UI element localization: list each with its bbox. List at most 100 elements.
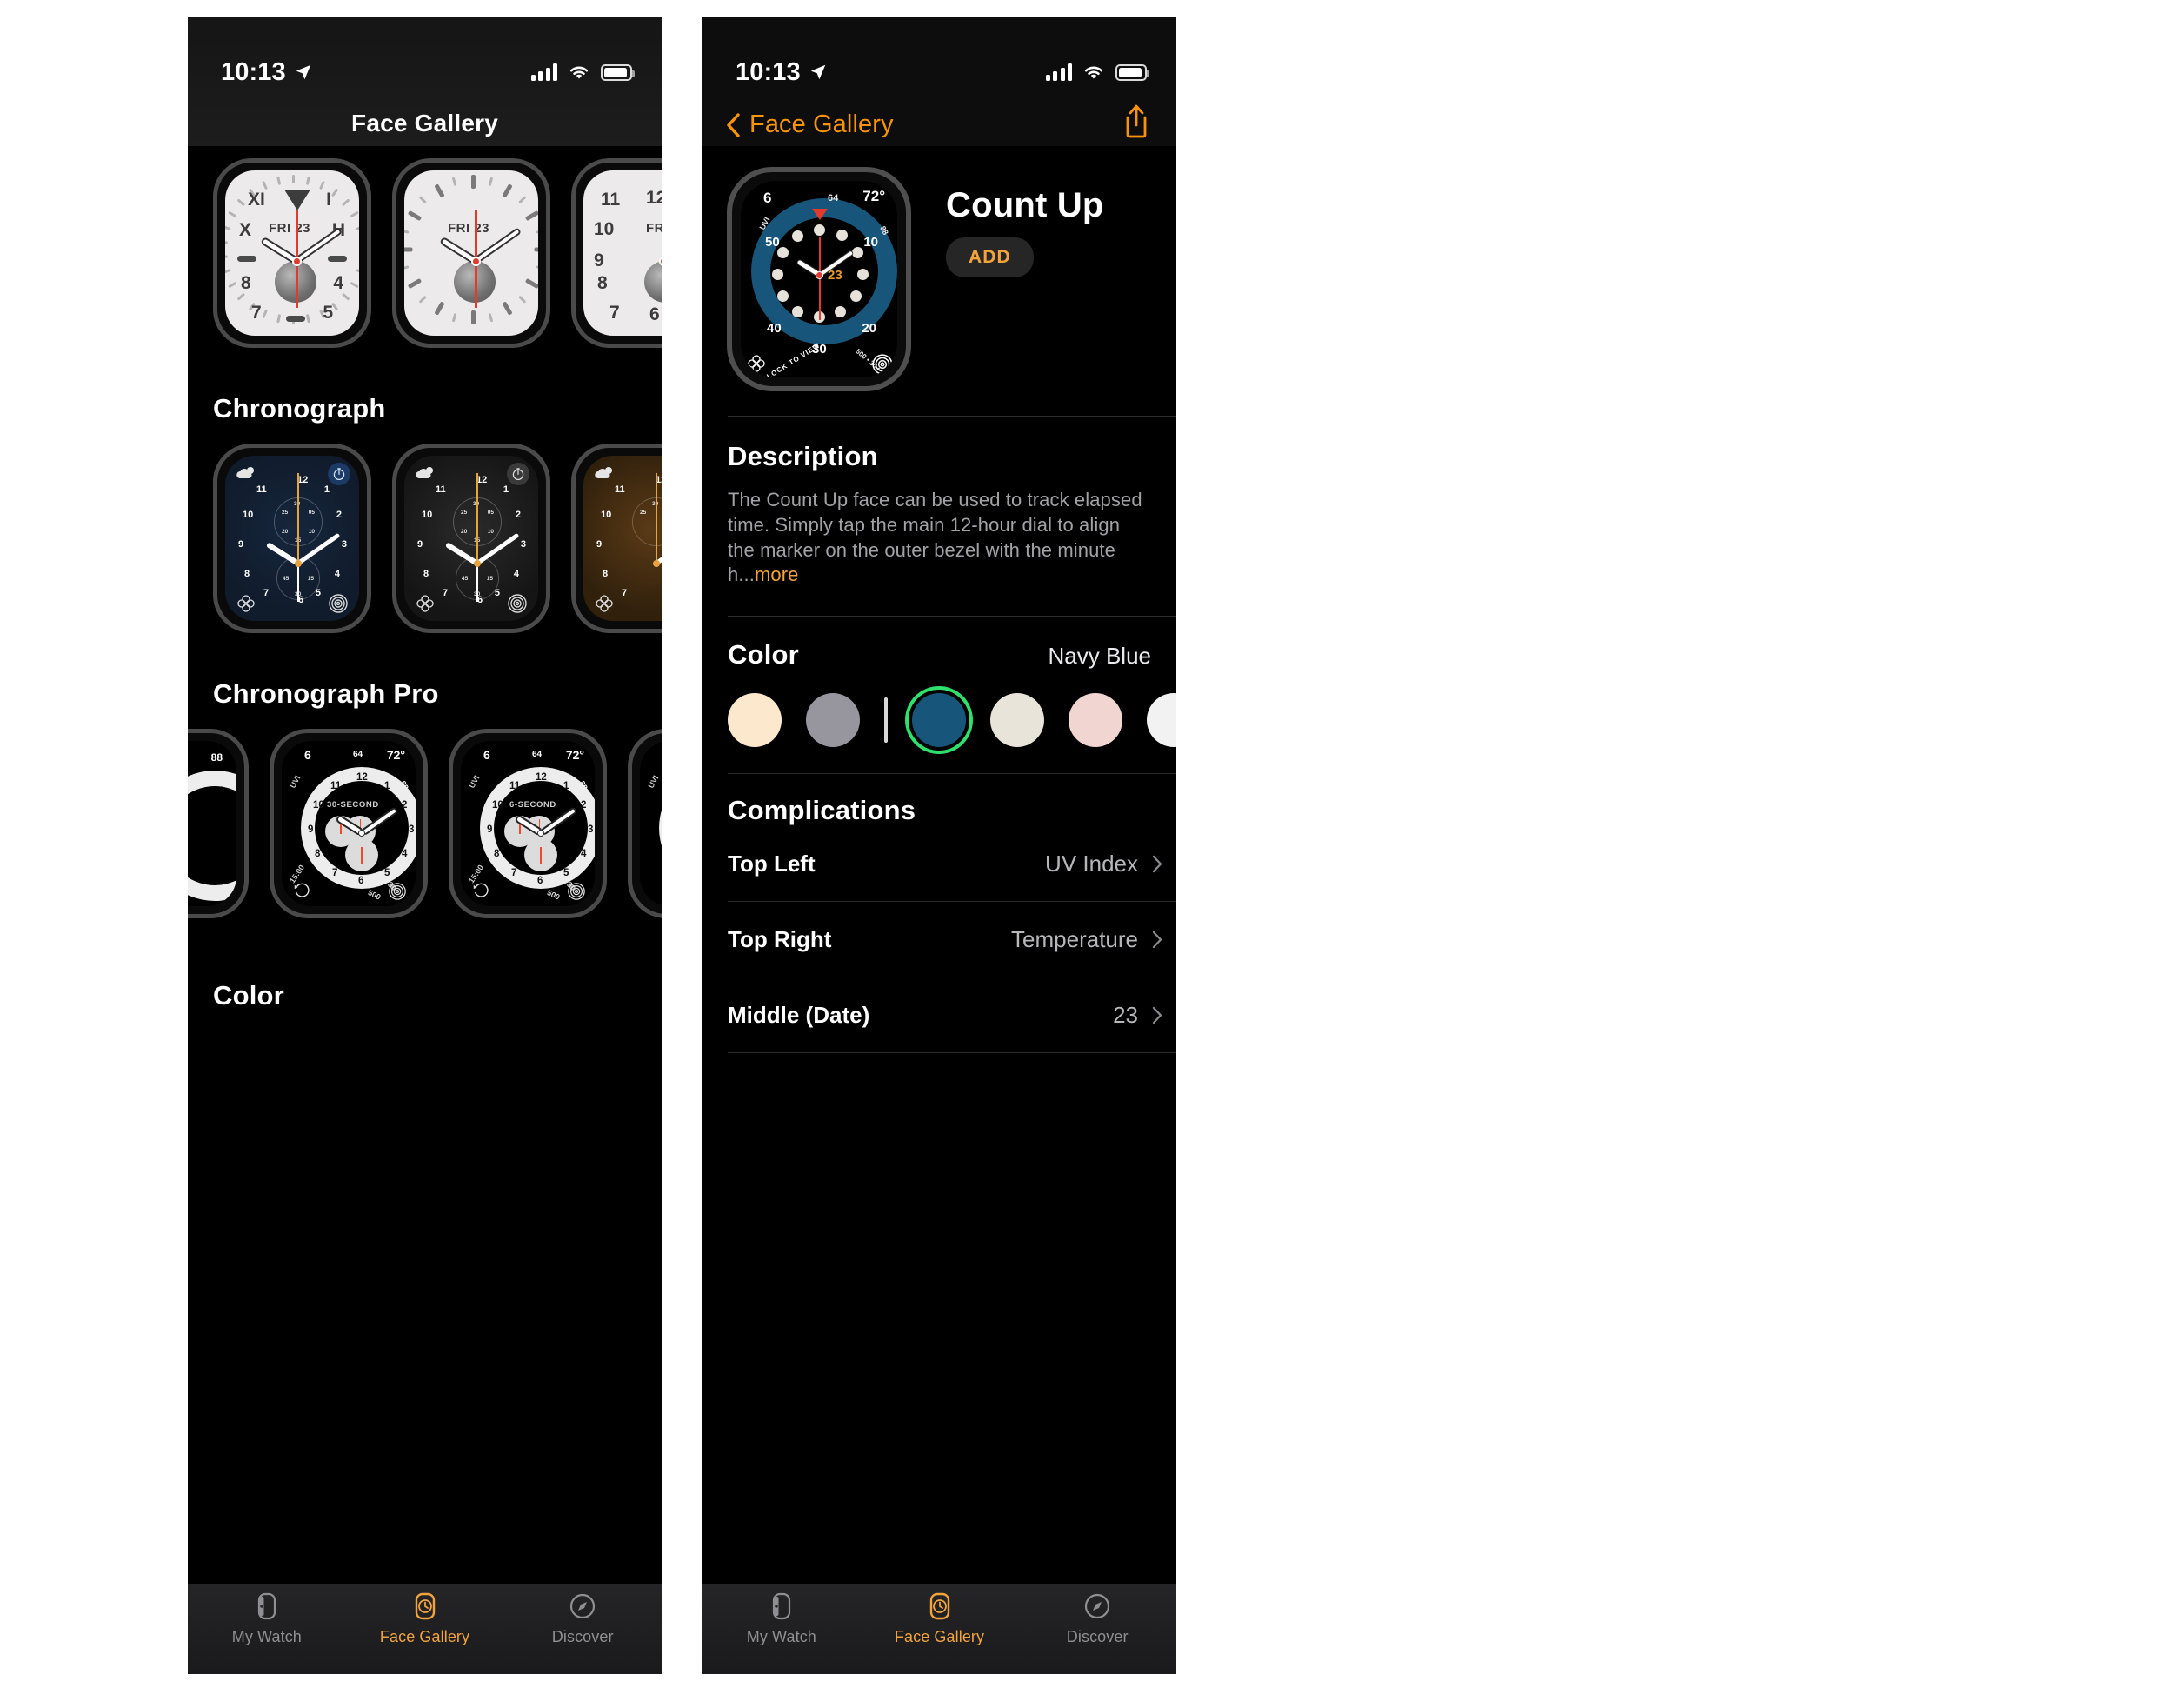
complication-value-group: UV Index: [1045, 851, 1162, 877]
numeral-3: 3: [588, 824, 594, 835]
description-body: The Count Up face can be used to track e…: [728, 488, 1151, 588]
bezel-10: 10: [863, 235, 878, 250]
numeral-5: 5: [323, 303, 333, 323]
back-button[interactable]: Face Gallery: [725, 110, 894, 139]
bezel-uv-value: 6: [483, 748, 490, 762]
hand-pivot: [471, 257, 481, 266]
numeral-4: 4: [581, 849, 587, 859]
tab-discover[interactable]: Discover: [1018, 1589, 1176, 1646]
hour-dot-7: [792, 306, 803, 317]
numeral-2: 2: [515, 510, 521, 520]
watch-face-chronograph-brown[interactable]: 12 1 11 10 9 8 7 30 25 05: [571, 444, 662, 633]
numeral-1: 1: [384, 781, 390, 791]
compass-icon: [570, 1593, 596, 1619]
count-up-preview[interactable]: 6 UVI 64 72° 88 50 40 30 20 10 UNLOCK TO…: [727, 167, 911, 391]
breathe-flower-icon: [416, 595, 434, 612]
status-bar-right-group: [530, 63, 635, 81]
color-swatch-pink[interactable]: [1069, 693, 1122, 748]
chronograph-pro-dial: 6 UVI 10 9: [640, 741, 662, 906]
subdial-20: 20: [461, 529, 468, 535]
hand-pivot: [292, 257, 302, 266]
color-swatch-white[interactable]: [1147, 693, 1176, 748]
color-swatch-row[interactable]: [702, 686, 1176, 755]
watch-face-chronograph-graphite[interactable]: 12 1 2 3 4 5 6 7 8 9 10 11 25 05 20 10 4…: [392, 444, 550, 633]
wifi-icon: [569, 66, 589, 79]
status-time: 10:13: [221, 57, 286, 86]
numeral-x: X: [239, 220, 252, 240]
tab-face-gallery[interactable]: Face Gallery: [861, 1589, 1019, 1646]
numeral-4: 4: [402, 849, 408, 859]
three-marker: [328, 256, 347, 262]
numeral-11: 11: [509, 781, 521, 791]
share-icon[interactable]: [1121, 103, 1152, 139]
numeral-xi: XI: [248, 190, 265, 210]
tab-my-watch[interactable]: My Watch: [702, 1589, 861, 1646]
watch-face-chronograph-pro-6-second[interactable]: 6 64 72° 88 UVI 15:00 500 30 12 12: [449, 729, 607, 918]
watch-face-california[interactable]: XI I X H 8 4 7 5 FRI 23: [213, 158, 371, 348]
complication-row-top-left[interactable]: Top Left UV Index: [702, 826, 1176, 901]
tab-face-gallery[interactable]: Face Gallery: [346, 1589, 504, 1646]
bezel-50: 50: [765, 235, 780, 250]
subdial-bottom-hand: [540, 847, 542, 864]
watch-face-chronograph-pro-30-second[interactable]: 6 64 72° 88 UVI 15:00 500 30 12 12: [270, 729, 428, 918]
status-bar-left-group: 10:13: [221, 58, 313, 87]
tab-my-watch[interactable]: My Watch: [188, 1589, 346, 1646]
numeral-1: 1: [563, 781, 569, 791]
date-complication: FRI 23: [269, 221, 311, 236]
numeral-6: 6: [649, 304, 660, 324]
bezel-altitude: 500: [366, 888, 383, 902]
section-title-color: Color: [213, 980, 284, 1011]
watch-face-california-digits[interactable]: 11 12 10 9 8 7 6 FRI: [571, 158, 662, 348]
watch-face-california-circular[interactable]: FRI 23: [392, 158, 550, 348]
date-complication: FRI: [646, 221, 662, 236]
watch-face-chronograph-pro-partial-right[interactable]: 6 UVI 10 9: [628, 729, 662, 918]
numeral-11: 11: [615, 484, 625, 495]
cellular-bars-icon: [530, 63, 557, 81]
california-dial: XI I X H 8 4 7 5 FRI 23: [225, 170, 359, 336]
color-swatch-cream[interactable]: [728, 693, 782, 748]
gallery-scroll-area[interactable]: XI I X H 8 4 7 5 FRI 23: [188, 146, 662, 1584]
bezel-uvi-label: UVI: [288, 774, 303, 790]
color-swatch-navy-blue-selected[interactable]: [905, 686, 973, 755]
detail-scroll-area[interactable]: 6 UVI 64 72° 88 50 40 30 20 10 UNLOCK TO…: [702, 146, 1176, 1584]
timer-icon: [507, 463, 529, 485]
numeral-8: 8: [244, 569, 250, 579]
numeral-11: 11: [436, 484, 446, 495]
face-preview: 11 12 10 9 8 7 6 FRI: [583, 170, 662, 336]
status-bar-right-group: [1045, 63, 1149, 81]
bezel-temp-low: 64: [532, 750, 543, 759]
numeral-2: 2: [402, 800, 408, 811]
watch-face-chronograph-navy[interactable]: 12 1 2 3 4 5 6 7 8 9 10 11 25 05 20 10 4…: [213, 444, 371, 633]
selection-ring: [905, 686, 973, 755]
row-divider: [728, 1052, 1176, 1054]
subdial-25: 25: [640, 510, 647, 516]
numeral-1: 1: [503, 484, 509, 495]
numeral-3: 3: [409, 824, 415, 835]
tab-discover[interactable]: Discover: [503, 1589, 662, 1646]
color-swatch-off-white[interactable]: [990, 693, 1044, 748]
numeral-8: 8: [241, 273, 251, 293]
bezel-temp-value: 72°: [386, 748, 405, 762]
numeral-7: 7: [443, 588, 449, 598]
color-header-row: Color Navy Blue: [702, 617, 1176, 671]
weather-icon: [236, 467, 254, 478]
complication-value-group: Temperature: [1011, 926, 1162, 953]
face-preview: 6 UVI 10 9: [640, 741, 662, 906]
hour-dot-3: [857, 269, 869, 280]
numeral-10: 10: [422, 510, 433, 520]
date-complication: FRI 23: [448, 221, 490, 236]
add-button[interactable]: ADD: [946, 237, 1034, 277]
chronograph-pro-dial: 88 3: [188, 741, 236, 906]
twelve-marker-triangle: [284, 190, 310, 210]
complication-row-top-right[interactable]: Top Right Temperature: [702, 902, 1176, 977]
back-button-label: Face Gallery: [749, 110, 894, 138]
complication-row-middle-date[interactable]: Middle (Date) 23: [702, 977, 1176, 1052]
more-link[interactable]: more: [755, 564, 799, 585]
phone-left-face-gallery: 10:13 Face Gallery XI I X 8 4 7 5 FRI 23…: [188, 17, 662, 1674]
complications-heading: Complications: [728, 795, 916, 826]
activity-rings-icon: [329, 594, 348, 613]
numeral-11: 11: [256, 484, 267, 495]
watch-face-chronograph-pro-partial-left[interactable]: 88 3: [188, 729, 249, 918]
hand-pivot: [474, 560, 481, 567]
color-swatch-gray[interactable]: [806, 693, 860, 748]
